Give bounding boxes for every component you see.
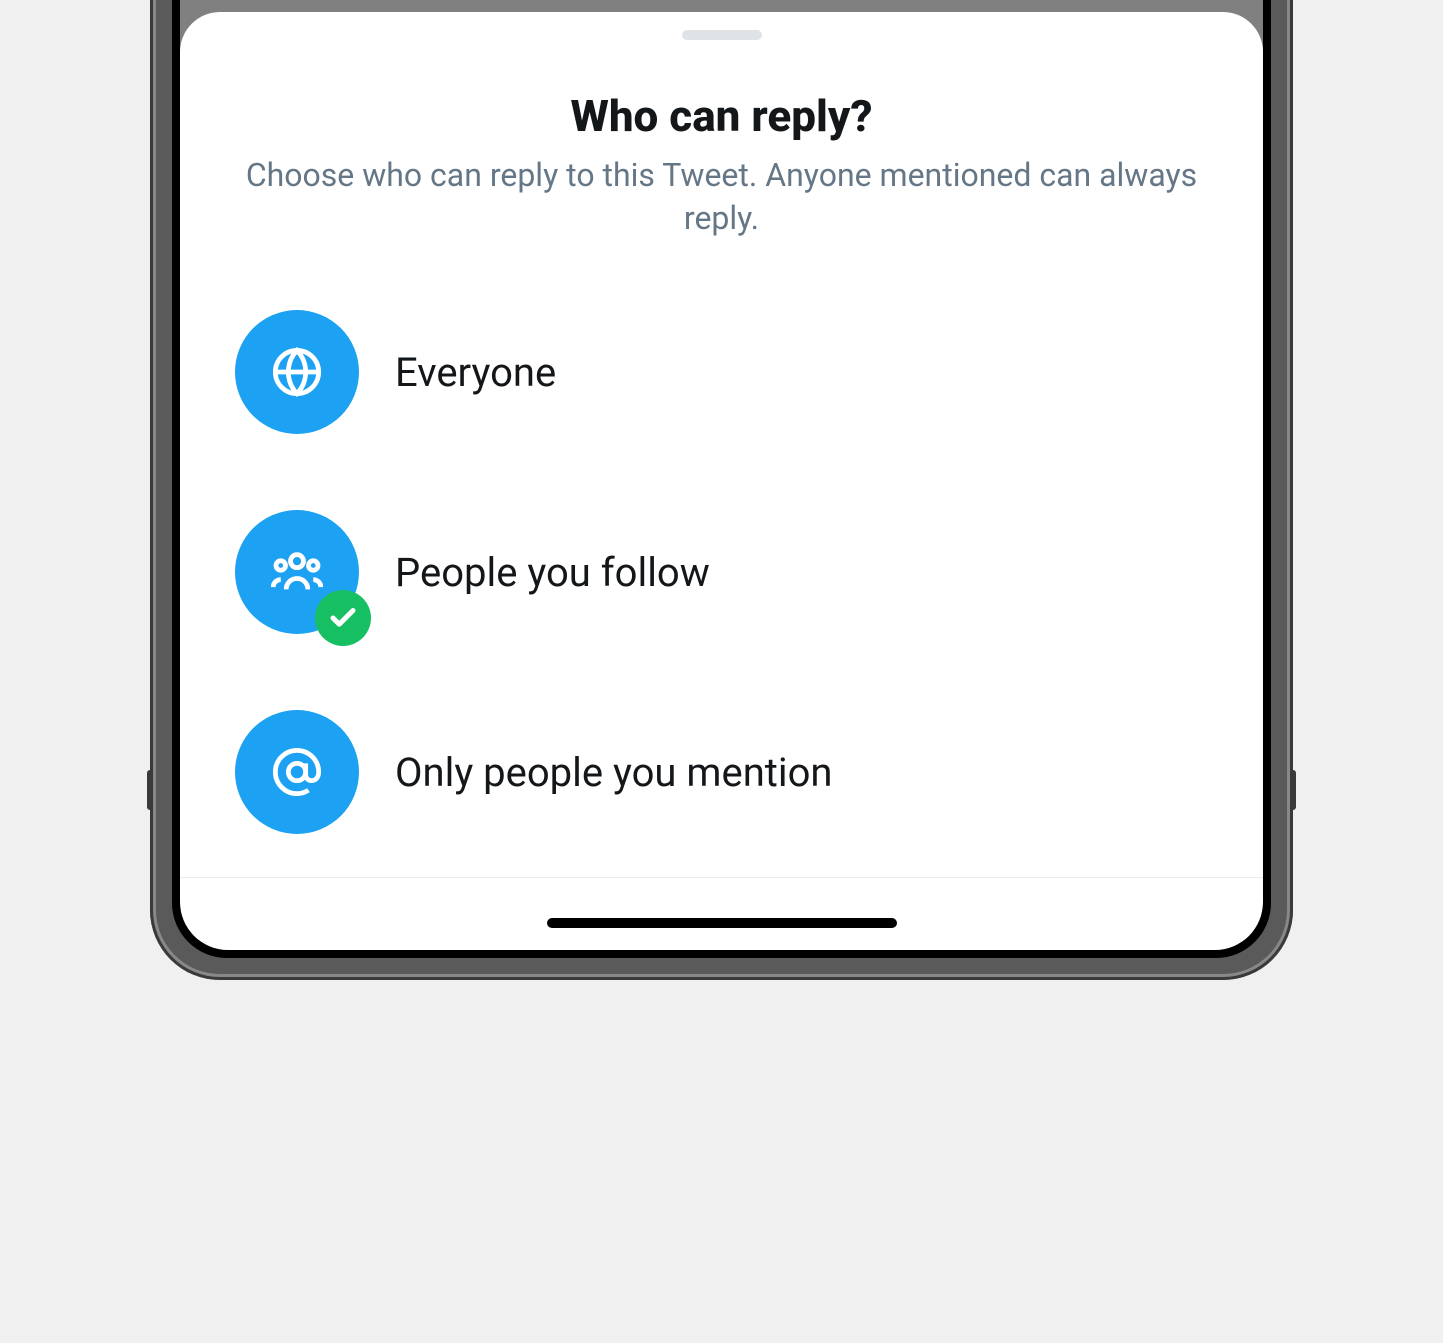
option-label: People you follow	[395, 549, 710, 596]
phone-side-button-right	[1290, 770, 1296, 810]
option-everyone[interactable]: Everyone	[235, 310, 1208, 434]
option-label: Only people you mention	[395, 749, 833, 796]
selected-check-icon	[315, 590, 371, 646]
sheet-subtitle: Choose who can reply to this Tweet. Anyo…	[180, 154, 1263, 240]
phone-screen: Who can reply? Choose who can reply to t…	[180, 0, 1263, 950]
option-people-you-follow[interactable]: People you follow	[235, 510, 1208, 634]
sheet-title: Who can reply?	[180, 90, 1263, 142]
phone-frame: Who can reply? Choose who can reply to t…	[150, 0, 1293, 980]
reply-options-list: Everyone	[180, 310, 1263, 834]
globe-icon	[235, 310, 359, 434]
option-icon-wrap	[235, 310, 359, 434]
at-icon	[235, 710, 359, 834]
option-icon-wrap	[235, 510, 359, 634]
reply-settings-sheet: Who can reply? Choose who can reply to t…	[180, 12, 1263, 950]
divider	[180, 877, 1263, 878]
phone-side-button-left	[147, 770, 153, 810]
home-indicator[interactable]	[547, 918, 897, 928]
option-label: Everyone	[395, 349, 556, 396]
sheet-grabber[interactable]	[682, 30, 762, 40]
option-only-mentioned[interactable]: Only people you mention	[235, 710, 1208, 834]
phone-bezel: Who can reply? Choose who can reply to t…	[172, 0, 1271, 958]
option-icon-wrap	[235, 710, 359, 834]
